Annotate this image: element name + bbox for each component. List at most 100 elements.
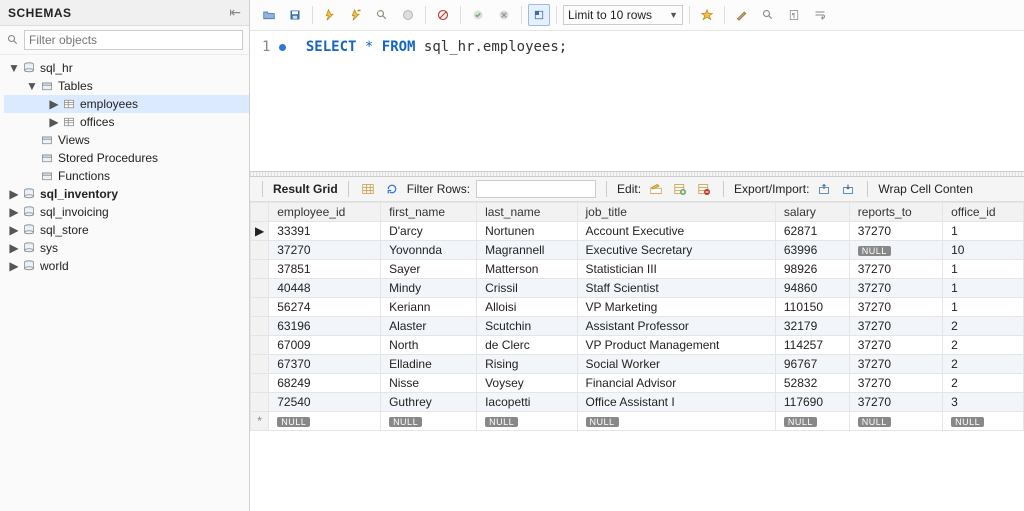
cell[interactable]: 37270: [849, 355, 942, 374]
tree-node-sql_hr-fn[interactable]: Functions: [4, 167, 249, 185]
cell[interactable]: Social Worker: [577, 355, 775, 374]
commit-button[interactable]: [467, 4, 489, 26]
cell[interactable]: 1: [943, 222, 1024, 241]
tree-twisty-icon[interactable]: ▶: [48, 96, 60, 112]
cell[interactable]: 62871: [775, 222, 849, 241]
execute-button[interactable]: [319, 4, 341, 26]
export-icon[interactable]: [815, 180, 833, 198]
tree-twisty-icon[interactable]: ▶: [8, 186, 20, 202]
cell[interactable]: 2: [943, 355, 1024, 374]
cell[interactable]: 2: [943, 374, 1024, 393]
save-button[interactable]: [284, 4, 306, 26]
beautify-button[interactable]: [731, 4, 753, 26]
insert-row[interactable]: *NULLNULLNULLNULLNULLNULLNULL: [251, 412, 1024, 431]
table-row[interactable]: 67009Northde ClercVP Product Management1…: [251, 336, 1024, 355]
cell[interactable]: NULL: [577, 412, 775, 431]
table-row[interactable]: 72540GuthreyIacopettiOffice Assistant I1…: [251, 393, 1024, 412]
cell[interactable]: Financial Advisor: [577, 374, 775, 393]
filter-rows-input[interactable]: [476, 180, 596, 198]
cell[interactable]: Voysey: [477, 374, 577, 393]
row-marker[interactable]: *: [251, 412, 269, 431]
cell[interactable]: VP Product Management: [577, 336, 775, 355]
cell[interactable]: Staff Scientist: [577, 279, 775, 298]
autocommit-button[interactable]: [528, 4, 550, 26]
tree-node-world[interactable]: ▶world: [4, 257, 249, 275]
table-row[interactable]: 63196AlasterScutchinAssistant Professor3…: [251, 317, 1024, 336]
explain-button[interactable]: [371, 4, 393, 26]
cell[interactable]: Elladine: [381, 355, 477, 374]
cell[interactable]: 72540: [269, 393, 381, 412]
tree-twisty-icon[interactable]: ▶: [8, 240, 20, 256]
col-job_title[interactable]: job_title: [577, 203, 775, 222]
row-marker[interactable]: [251, 374, 269, 393]
cell[interactable]: Keriann: [381, 298, 477, 317]
toggle-invisible-button[interactable]: ¶: [783, 4, 805, 26]
col-salary[interactable]: salary: [775, 203, 849, 222]
tree-twisty-icon[interactable]: ▼: [8, 60, 20, 76]
cell[interactable]: Sayer: [381, 260, 477, 279]
add-row-icon[interactable]: [671, 180, 689, 198]
cell[interactable]: Rising: [477, 355, 577, 374]
row-marker[interactable]: [251, 241, 269, 260]
cell[interactable]: 40448: [269, 279, 381, 298]
cell[interactable]: 33391: [269, 222, 381, 241]
cell[interactable]: Account Executive: [577, 222, 775, 241]
cell[interactable]: 37270: [849, 393, 942, 412]
tree-node-sql_invoicing[interactable]: ▶sql_invoicing: [4, 203, 249, 221]
cell[interactable]: 98926: [775, 260, 849, 279]
tree-twisty-icon[interactable]: ▶: [8, 204, 20, 220]
cell[interactable]: Yovonnda: [381, 241, 477, 260]
cell[interactable]: Nisse: [381, 374, 477, 393]
cell[interactable]: D'arcy: [381, 222, 477, 241]
filter-objects-input[interactable]: [24, 30, 243, 50]
cell[interactable]: 10: [943, 241, 1024, 260]
execute-current-button[interactable]: [345, 4, 367, 26]
row-marker[interactable]: ▶: [251, 222, 269, 241]
row-marker[interactable]: [251, 355, 269, 374]
tree-twisty-icon[interactable]: ▶: [48, 114, 60, 130]
tree-node-sql_hr-views[interactable]: Views: [4, 131, 249, 149]
breakpoint-icon[interactable]: [279, 44, 286, 51]
cell[interactable]: 32179: [775, 317, 849, 336]
table-row[interactable]: 40448MindyCrissilStaff Scientist94860372…: [251, 279, 1024, 298]
cell[interactable]: Crissil: [477, 279, 577, 298]
edit-row-icon[interactable]: [647, 180, 665, 198]
sql-editor[interactable]: 1 SELECT * FROM sql_hr.employees;: [250, 31, 1024, 171]
table-row[interactable]: 67370ElladineRisingSocial Worker96767372…: [251, 355, 1024, 374]
cell[interactable]: 117690: [775, 393, 849, 412]
cell[interactable]: 37270: [849, 260, 942, 279]
cell[interactable]: NULL: [849, 412, 942, 431]
cell[interactable]: 37270: [849, 298, 942, 317]
cell[interactable]: NULL: [269, 412, 381, 431]
cell[interactable]: Matterson: [477, 260, 577, 279]
favorite-button[interactable]: [696, 4, 718, 26]
row-marker[interactable]: [251, 317, 269, 336]
col-reports_to[interactable]: reports_to: [849, 203, 942, 222]
sql-code[interactable]: SELECT * FROM sql_hr.employees;: [306, 39, 567, 151]
row-marker[interactable]: [251, 393, 269, 412]
cell[interactable]: Magrannell: [477, 241, 577, 260]
row-marker[interactable]: [251, 279, 269, 298]
import-icon[interactable]: [839, 180, 857, 198]
cell[interactable]: Mindy: [381, 279, 477, 298]
open-file-button[interactable]: [258, 4, 280, 26]
stop-button[interactable]: [397, 4, 419, 26]
find-button[interactable]: [757, 4, 779, 26]
cell[interactable]: Iacopetti: [477, 393, 577, 412]
collapse-sidebar-icon[interactable]: ⇤: [229, 4, 241, 21]
row-marker[interactable]: [251, 260, 269, 279]
row-limit-select[interactable]: Limit to 10 rows ▼: [563, 5, 683, 25]
cell[interactable]: 37270: [849, 336, 942, 355]
col-last_name[interactable]: last_name: [477, 203, 577, 222]
cell[interactable]: 63196: [269, 317, 381, 336]
cell[interactable]: 67009: [269, 336, 381, 355]
cell[interactable]: 37270: [849, 317, 942, 336]
cell[interactable]: VP Marketing: [577, 298, 775, 317]
tree-twisty-icon[interactable]: ▶: [8, 222, 20, 238]
cell[interactable]: 52832: [775, 374, 849, 393]
refresh-icon[interactable]: [383, 180, 401, 198]
cell[interactable]: 94860: [775, 279, 849, 298]
cell[interactable]: Alloisi: [477, 298, 577, 317]
table-row[interactable]: ▶33391D'arcyNortunenAccount Executive628…: [251, 222, 1024, 241]
word-wrap-button[interactable]: [809, 4, 831, 26]
